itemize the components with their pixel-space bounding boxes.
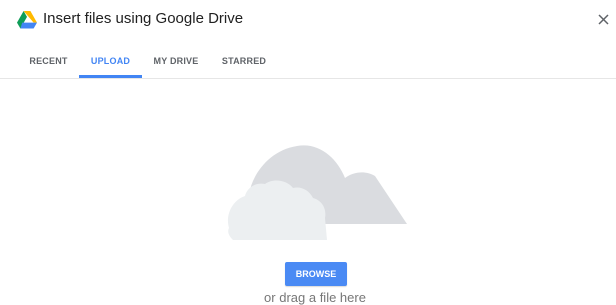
- close-icon[interactable]: [596, 10, 612, 28]
- tab-starred[interactable]: STARRED: [220, 44, 268, 78]
- tab-bar: RECENT UPLOAD MY DRIVE STARRED: [0, 44, 616, 79]
- drag-file-hint: or drag a file here: [264, 290, 366, 305]
- tab-my-drive[interactable]: MY DRIVE: [152, 44, 200, 78]
- google-drive-icon: [17, 11, 37, 29]
- dialog-header: Insert files using Google Drive: [0, 0, 616, 42]
- tab-upload[interactable]: UPLOAD: [79, 44, 142, 78]
- cloud-icon: [227, 145, 407, 240]
- insert-files-dialog: Insert files using Google Drive RECENT U…: [0, 0, 616, 305]
- dialog-title: Insert files using Google Drive: [43, 10, 244, 27]
- browse-button[interactable]: BROWSE: [285, 262, 347, 286]
- active-tab-indicator: [79, 75, 142, 78]
- tab-recent[interactable]: RECENT: [28, 44, 69, 78]
